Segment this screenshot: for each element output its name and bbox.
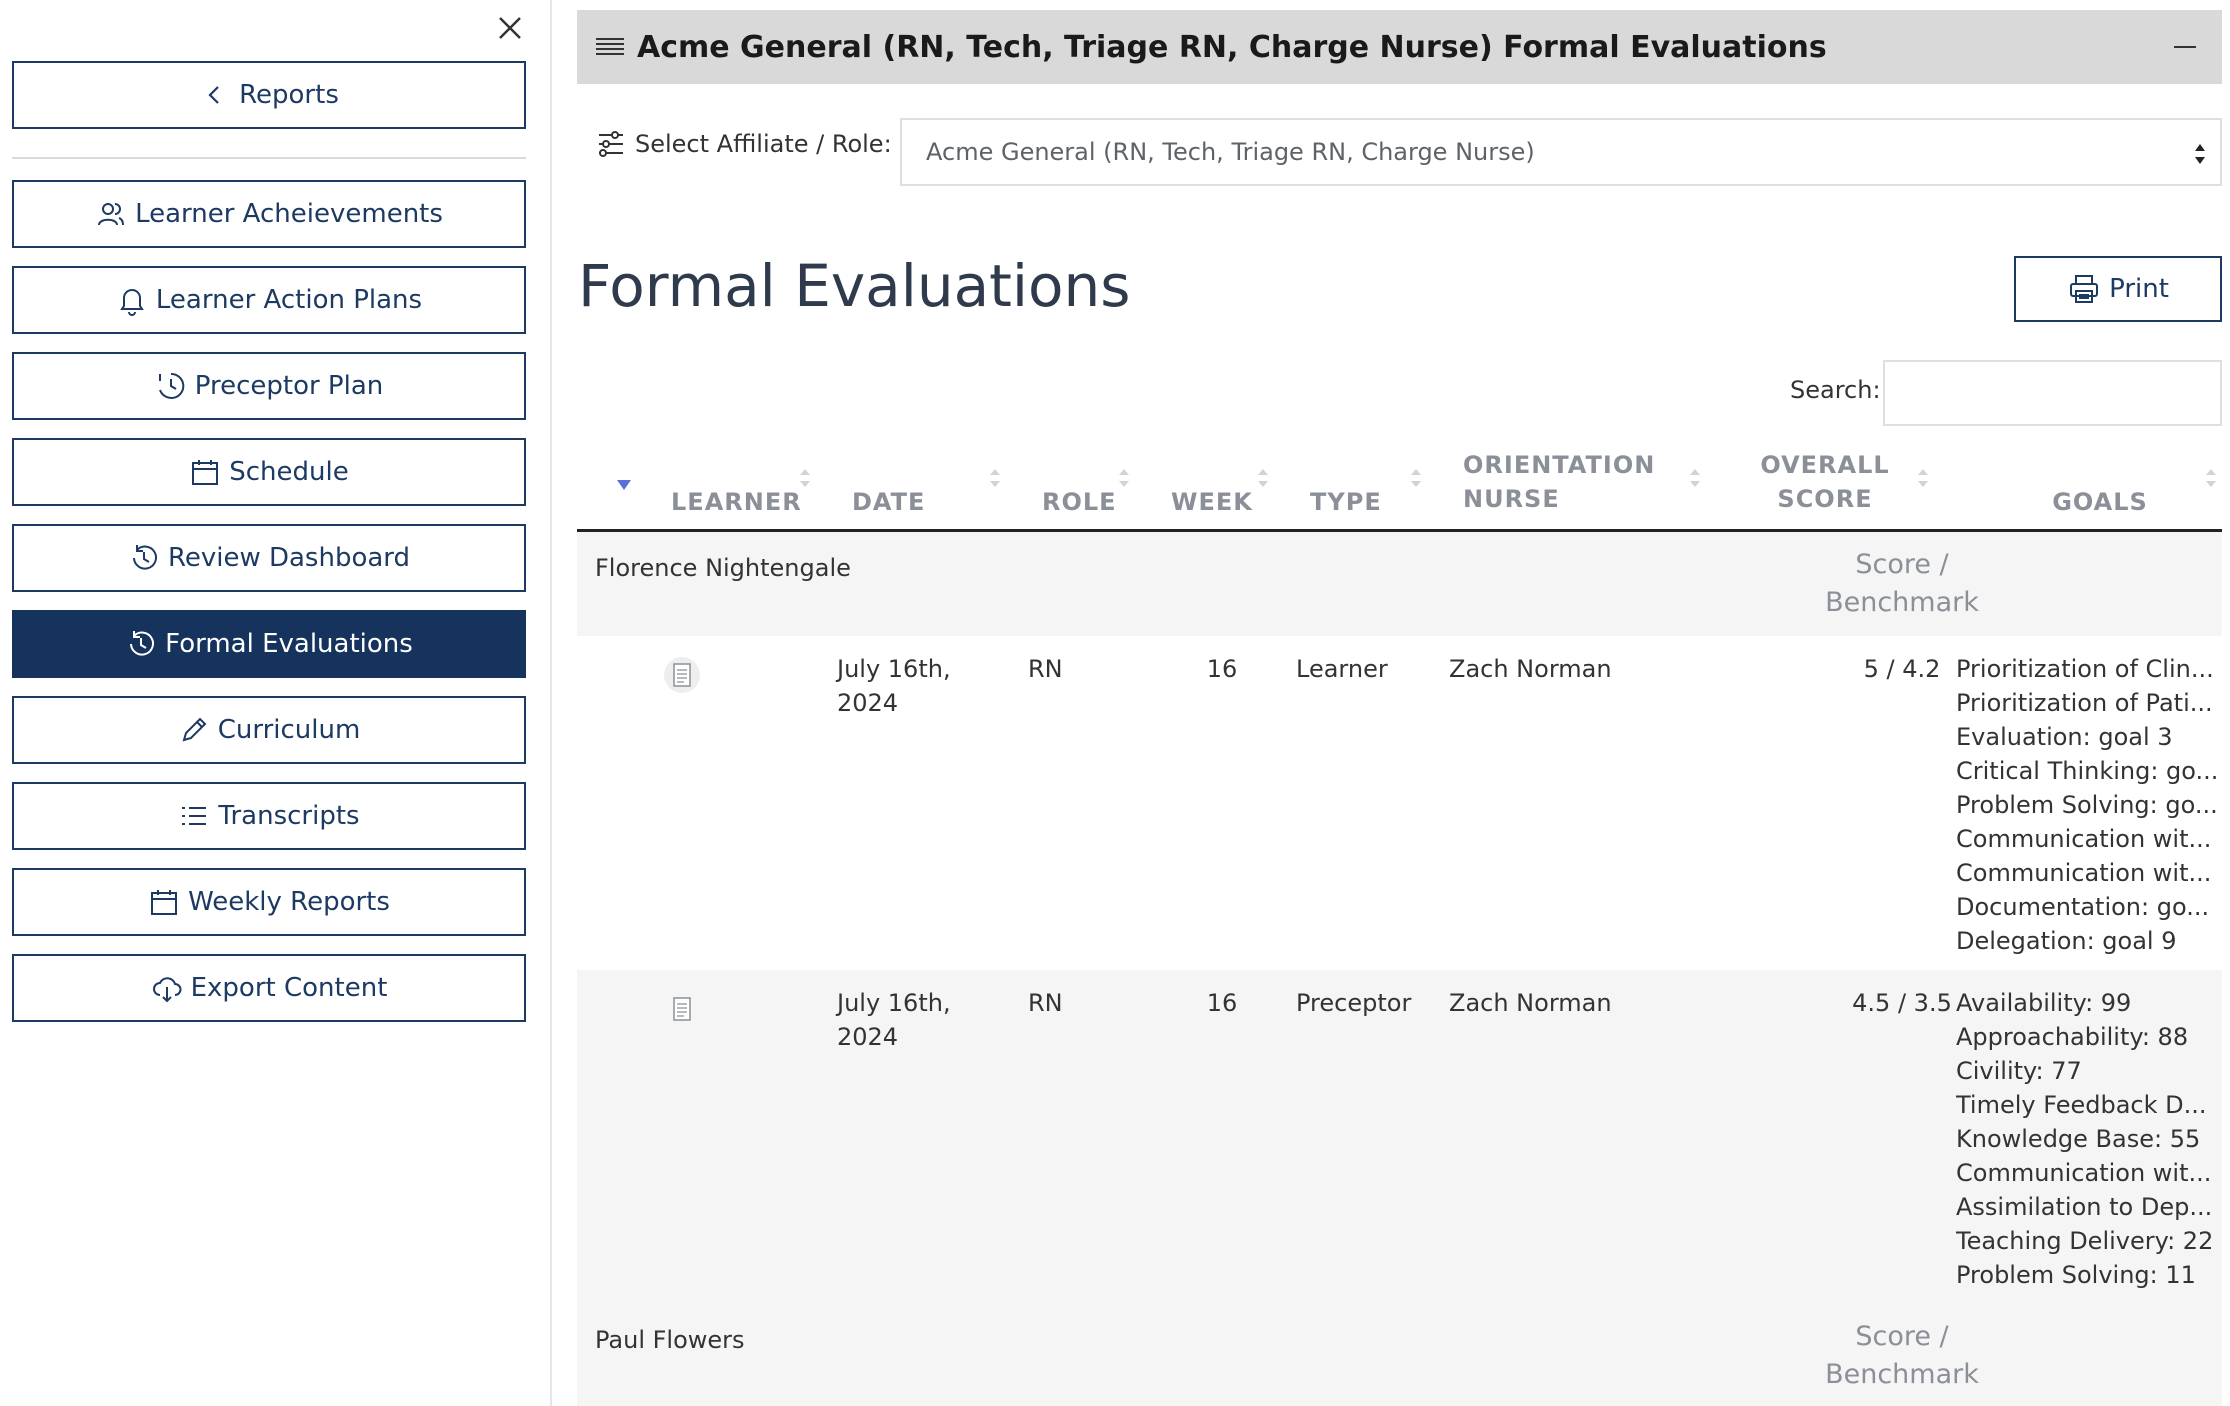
sidebar-item-label: Preceptor Plan: [194, 371, 384, 401]
reports-back-label: Reports: [239, 80, 339, 110]
select-arrows-icon: [2195, 144, 2205, 164]
type-cell: Preceptor: [1296, 989, 1412, 1017]
sort-icon: [1258, 469, 1268, 487]
sidebar-item-curriculum[interactable]: Curriculum: [12, 696, 526, 764]
users-icon: [98, 203, 125, 226]
clock-history-icon: [158, 372, 185, 399]
score-benchmark-label: Score / Benchmark: [1825, 1321, 1979, 1390]
reports-back-button[interactable]: Reports: [12, 61, 526, 129]
sidebar-item-label: Review Dashboard: [167, 543, 411, 573]
affiliate-role-label-text: Select Affiliate / Role:: [635, 130, 892, 158]
sort-icon: [1690, 469, 1700, 487]
column-header-goals[interactable]: GOALS: [2035, 440, 2165, 530]
document-icon[interactable]: [663, 990, 701, 1028]
search-label: Search:: [1790, 376, 1881, 404]
score-benchmark-label: Score / Benchmark: [1825, 549, 1979, 618]
date-cell: July 16th, 2024: [837, 989, 951, 1051]
sort-icon: [1918, 469, 1928, 487]
panel-header: Acme General (RN, Tech, Triage RN, Charg…: [577, 10, 2222, 84]
sidebar-item-transcripts[interactable]: Transcripts: [12, 782, 526, 850]
close-icon[interactable]: [492, 10, 528, 46]
sidebar-item-schedule[interactable]: Schedule: [12, 438, 526, 506]
minimize-icon[interactable]: [2170, 32, 2200, 62]
week-cell: 16: [1206, 989, 1238, 1017]
sidebar: Reports Learner Acheievements Learner Ac…: [0, 0, 552, 1406]
orientation-nurse-cell: Zach Norman: [1449, 655, 1612, 683]
calendar-icon: [192, 460, 219, 485]
learner-name: Florence Nightengale: [595, 554, 851, 582]
learner-group-row: Florence Nightengale Score / Benchmark: [577, 532, 2222, 636]
orientation-nurse-cell: Zach Norman: [1449, 989, 1612, 1017]
sliders-icon: [599, 131, 623, 157]
date-cell: July 16th, 2024: [837, 655, 951, 717]
sort-icon: [990, 469, 1000, 487]
calendar-icon: [151, 890, 178, 915]
print-label: Print: [2109, 274, 2169, 304]
list-icon: [182, 807, 207, 825]
sort-icon: [800, 469, 810, 487]
sidebar-divider: [12, 157, 526, 159]
search-input[interactable]: [1883, 360, 2222, 426]
bell-icon: [120, 289, 144, 316]
sidebar-item-export-content[interactable]: Export Content: [12, 954, 526, 1022]
sidebar-item-formal-evaluations[interactable]: Formal Evaluations: [12, 610, 526, 678]
affiliate-role-selected-value: Acme General (RN, Tech, Triage RN, Charg…: [926, 138, 1535, 166]
column-header-date[interactable]: DATE: [852, 440, 972, 530]
role-cell: RN: [1028, 655, 1063, 683]
sidebar-item-review-dashboard[interactable]: Review Dashboard: [12, 524, 526, 592]
sidebar-item-label: Transcripts: [218, 801, 360, 831]
cloud-download-icon: [152, 977, 182, 1003]
history-icon: [132, 545, 157, 570]
print-button[interactable]: Print: [2014, 256, 2222, 322]
column-header-type[interactable]: TYPE: [1310, 440, 1410, 530]
goals-cell: Availability: 99 Approachability: 88 Civ…: [1956, 989, 2214, 1289]
affiliate-role-label: Select Affiliate / Role:: [595, 128, 892, 160]
pencil-icon: [182, 717, 207, 742]
table-row: July 16th, 2024 RN 16 Learner Zach Norma…: [577, 636, 2222, 970]
learner-name: Paul Flowers: [595, 1326, 745, 1354]
chevron-left-icon: [208, 86, 219, 104]
sidebar-item-weekly-reports[interactable]: Weekly Reports: [12, 868, 526, 936]
sidebar-item-learner-achievements[interactable]: Learner Acheievements: [12, 180, 526, 248]
type-cell: Learner: [1296, 655, 1388, 683]
sidebar-item-label: Formal Evaluations: [165, 629, 413, 659]
learner-group-row: Paul Flowers Score / Benchmark: [577, 1304, 2222, 1406]
column-header-learner[interactable]: LEARNER: [671, 440, 801, 530]
week-cell: 16: [1206, 655, 1238, 683]
history-icon: [130, 631, 155, 656]
sort-icon: [1119, 469, 1129, 487]
column-header-orientation-nurse[interactable]: ORIENTATION NURSE: [1463, 440, 1663, 530]
sort-desc-icon[interactable]: [616, 478, 632, 492]
sidebar-item-learner-action-plans[interactable]: Learner Action Plans: [12, 266, 526, 334]
column-header-overall-score[interactable]: OVERALL SCORE: [1755, 440, 1895, 530]
printer-icon: [2070, 275, 2099, 303]
affiliate-role-select[interactable]: Acme General (RN, Tech, Triage RN, Charg…: [900, 118, 2222, 186]
page-title: Formal Evaluations: [578, 252, 1131, 320]
sidebar-item-label: Schedule: [229, 457, 349, 487]
sidebar-item-label: Learner Action Plans: [155, 285, 423, 315]
sidebar-item-label: Weekly Reports: [188, 887, 390, 917]
goals-cell: Prioritization of Clin... Prioritization…: [1956, 655, 2219, 955]
sidebar-item-label: Curriculum: [217, 715, 361, 745]
table-row: July 16th, 2024 RN 16 Preceptor Zach Nor…: [577, 970, 2222, 1304]
sidebar-item-preceptor-plan[interactable]: Preceptor Plan: [12, 352, 526, 420]
document-icon[interactable]: [663, 656, 701, 694]
sidebar-item-label: Learner Acheievements: [135, 199, 443, 229]
sidebar-item-label: Export Content: [190, 973, 388, 1003]
sort-icon: [1411, 469, 1421, 487]
role-cell: RN: [1028, 989, 1063, 1017]
panel-title: Acme General (RN, Tech, Triage RN, Charg…: [637, 29, 1827, 65]
sort-icon: [2206, 469, 2216, 487]
menu-icon: [596, 38, 624, 55]
